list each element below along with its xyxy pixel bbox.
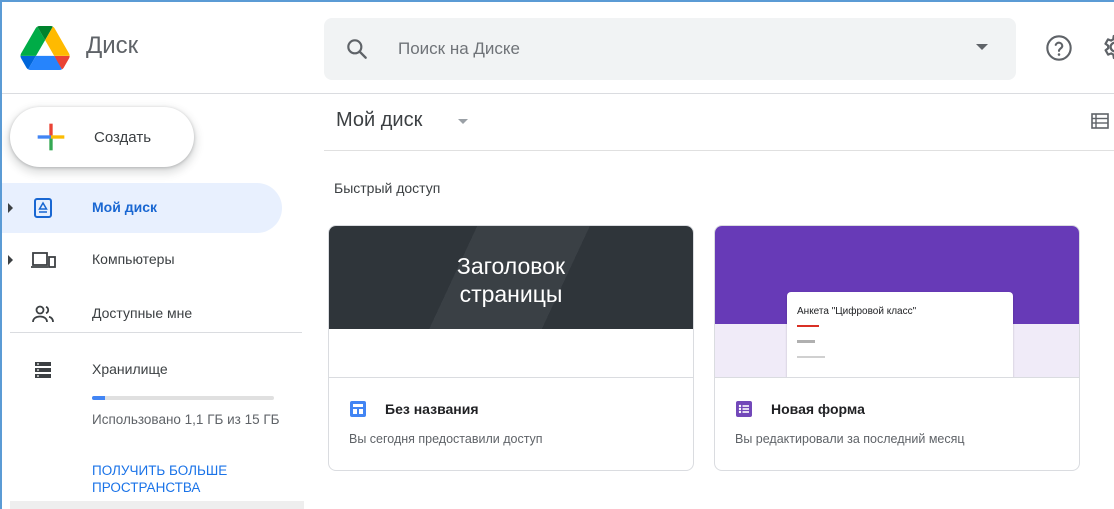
storage-icon (35, 362, 51, 378)
sidebar-item-label: Доступные мне (92, 305, 193, 321)
storage-usage-bar (92, 396, 274, 400)
breadcrumb-my-drive[interactable]: Мой диск (336, 109, 422, 132)
help-circle-icon[interactable] (1045, 34, 1073, 62)
expand-caret-icon[interactable] (8, 255, 13, 265)
sidebar-item-label: Компьютеры (92, 251, 175, 267)
card-preview: Заголовок страницы (329, 226, 693, 378)
sidebar-item-my-drive[interactable]: Мой диск (2, 183, 282, 233)
card-preview: Анкета "Цифровой класс" (715, 226, 1079, 378)
search-options-dropdown-icon[interactable] (976, 44, 988, 50)
sidebar-divider (10, 332, 302, 333)
list-view-icon[interactable] (1090, 111, 1110, 131)
card-file-name: Новая форма (771, 401, 865, 417)
storage-usage-text: Использовано 1,1 ГБ из 15 ГБ (92, 412, 280, 427)
form-preview-title: Анкета "Цифровой класс" (797, 306, 917, 317)
app-header: Диск (2, 2, 1114, 94)
sidebar-item-label: Мой диск (92, 199, 157, 215)
create-button[interactable]: Создать (10, 107, 194, 167)
chevron-down-icon[interactable] (458, 119, 468, 124)
main-content: Мой диск Быстрый доступ Заголовок страни… (324, 95, 1114, 509)
quick-access-card[interactable]: Заголовок страницы Без названия Вы сегод… (328, 225, 694, 471)
site-preview-title: Заголовок страницы (456, 253, 566, 307)
sidebar-item-storage[interactable]: Хранилище (2, 345, 282, 395)
form-preview-sheet: Анкета "Цифровой класс" (787, 292, 1013, 377)
app-name[interactable]: Диск (86, 32, 138, 60)
gear-icon[interactable] (1100, 32, 1114, 62)
search-input[interactable] (398, 37, 958, 61)
sidebar: Создать Мой диск Компьютеры Доступные мн… (2, 95, 312, 509)
card-activity-text: Вы редактировали за последний месяц (735, 432, 965, 446)
quick-access-card[interactable]: Анкета "Цифровой класс" Новая форма Вы р… (714, 225, 1080, 471)
site-header-banner: Заголовок страницы (329, 226, 693, 329)
plus-icon (37, 123, 65, 151)
quick-access-title: Быстрый доступ (334, 180, 441, 196)
main-divider (324, 150, 1114, 151)
google-drive-logo-icon[interactable] (20, 26, 70, 70)
drive-window: Диск Создать (0, 0, 1114, 509)
my-drive-icon (34, 198, 52, 218)
search-icon[interactable] (344, 36, 370, 62)
card-file-name: Без названия (385, 401, 479, 417)
computers-icon (31, 252, 56, 268)
sidebar-item-computers[interactable]: Компьютеры (2, 235, 282, 285)
search-bar[interactable] (324, 18, 1016, 80)
sidebar-bottom-strip (10, 501, 304, 509)
storage-usage-fill (92, 396, 106, 400)
get-more-storage-link[interactable]: Получить больше пространства (92, 462, 292, 496)
create-button-label: Создать (94, 129, 152, 146)
sidebar-item-label: Хранилище (92, 361, 168, 377)
shared-with-me-icon (32, 305, 54, 323)
card-activity-text: Вы сегодня предоставили доступ (349, 432, 543, 446)
google-sites-icon (350, 401, 366, 417)
google-forms-icon (736, 401, 752, 417)
expand-caret-icon[interactable] (8, 203, 13, 213)
